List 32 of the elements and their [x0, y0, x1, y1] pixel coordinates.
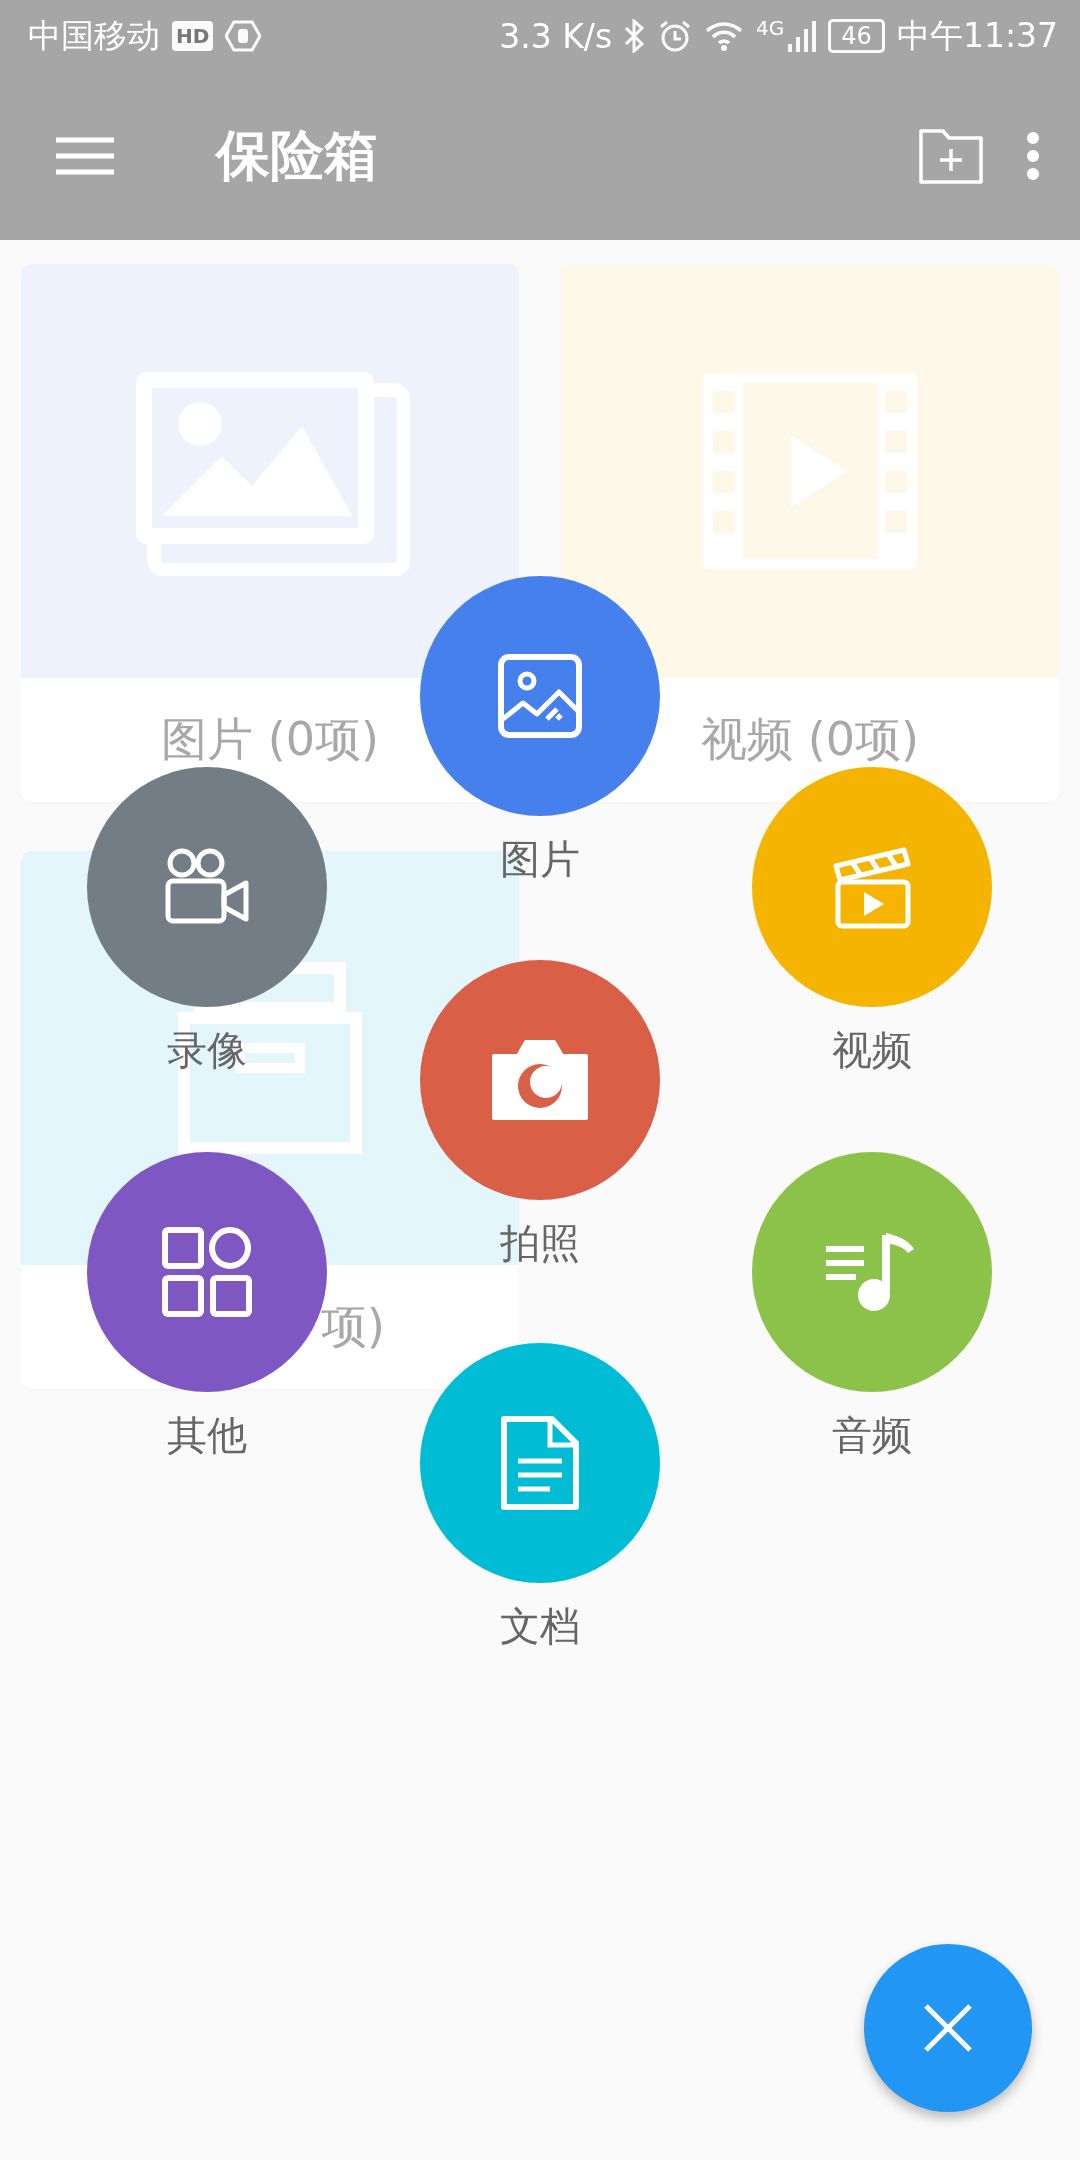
action-label: 文档 — [500, 1602, 580, 1651]
picture-icon — [497, 653, 583, 739]
action-label: 视频 — [832, 1026, 912, 1075]
hexagon-icon — [225, 20, 262, 52]
action-label: 其他 — [167, 1411, 247, 1460]
alarm-icon — [658, 19, 693, 53]
category-card[interactable]: 视频 (0项) — [561, 264, 1059, 802]
bluetooth-icon — [624, 19, 647, 53]
wifi-icon — [704, 20, 745, 52]
battery-level: 46 — [828, 19, 885, 53]
signal-icon — [786, 20, 817, 52]
app-title: 保险箱 — [216, 122, 378, 189]
network-speed: 3.3 K/s — [499, 16, 613, 56]
apps-grid-icon — [162, 1227, 252, 1317]
network-type: 4G — [756, 16, 785, 40]
hd-badge: HD — [172, 21, 214, 51]
more-options-icon[interactable] — [1026, 131, 1040, 181]
new-folder-icon[interactable] — [918, 127, 984, 185]
clock-time: 中午11:37 — [896, 14, 1058, 57]
document-icon — [498, 1415, 582, 1511]
close-icon — [922, 2002, 974, 2054]
category-card[interactable]: 图片 (0项) — [21, 264, 519, 802]
camera-icon — [490, 1038, 590, 1122]
carrier-name: 中国移动 — [28, 14, 160, 57]
action-label: 录像 — [167, 1026, 247, 1075]
card-label: 图片 (0项) — [161, 711, 379, 768]
action-label: 音频 — [832, 1411, 912, 1460]
card-label: 视频 (0项) — [701, 711, 919, 768]
card-label: 项) — [321, 1298, 385, 1355]
menu-icon[interactable] — [56, 136, 114, 176]
video-camera-icon — [164, 847, 250, 927]
film-strip-icon — [703, 373, 917, 569]
